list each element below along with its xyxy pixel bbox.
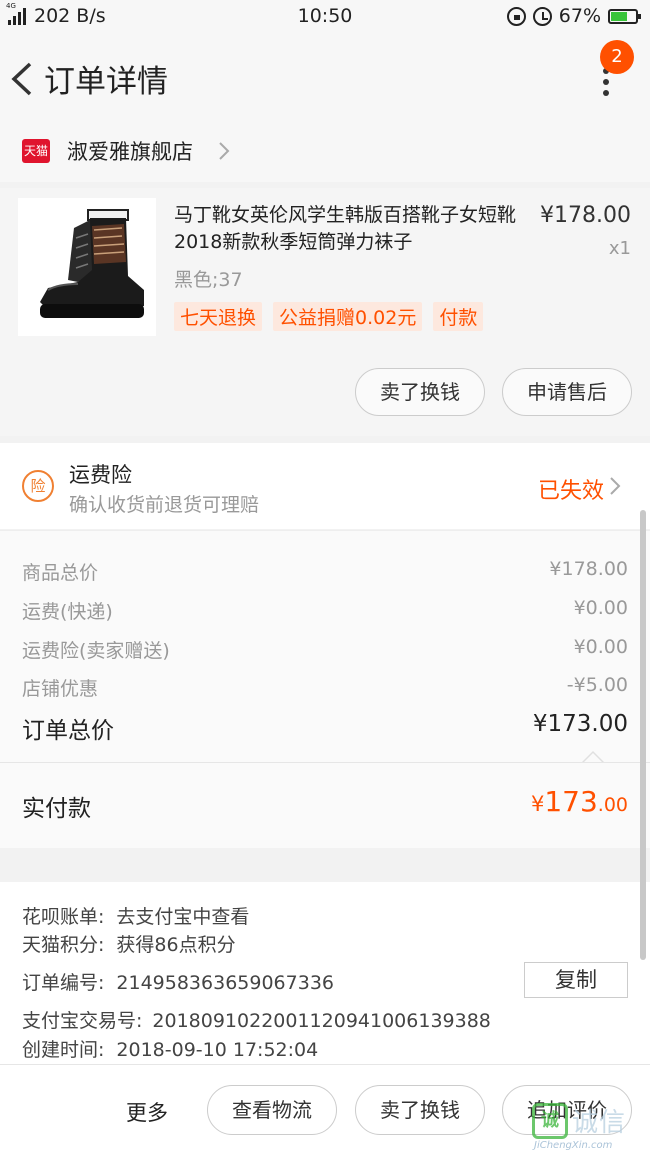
insurance-status[interactable]: 已失效: [538, 473, 604, 505]
product-card: 马丁靴女英伦风学生韩版百搭靴子女短靴2018新款秋季短筒弹力袜子 ¥178.00…: [0, 188, 650, 436]
order-total-row: 订单总价 ¥173.00: [22, 711, 628, 745]
points-label: 天猫积分:: [22, 934, 105, 956]
site-watermark: 诚 诚信 JiChengXin.com: [530, 1100, 648, 1152]
copy-button[interactable]: 复制: [524, 962, 628, 998]
huabei-label: 花呗账单:: [22, 906, 105, 928]
created-value: 2018-09-10 17:52:04: [116, 1039, 319, 1061]
page-title: 订单详情: [44, 64, 168, 100]
shop-name[interactable]: 淑爱雅旗舰店: [67, 136, 193, 166]
created-row: 创建时间: 2018-09-10 17:52:04: [22, 1035, 318, 1062]
paid-decimal: .00: [597, 794, 628, 816]
alipay-value: 2018091022001120941006139388: [152, 1010, 491, 1032]
order-details: 花呗账单: 去支付宝中查看 天猫积分: 获得86点积分 订单编号: 214958363…: [0, 882, 650, 1064]
cost-value: -¥5.00: [566, 674, 628, 696]
cost-label: 运费(快递): [22, 601, 113, 623]
cost-row: 运费(快递) ¥0.00: [22, 597, 628, 624]
order-total-value: ¥173.00: [532, 711, 628, 737]
product-image[interactable]: [18, 198, 156, 336]
resell-button-bottom[interactable]: 卖了换钱: [355, 1085, 485, 1135]
cost-row: 运费险(卖家赠送) ¥0.00: [22, 636, 628, 663]
service-tags: 七天退换 公益捐赠0.02元 付款: [174, 302, 494, 331]
tag-charity[interactable]: 公益捐赠0.02元: [273, 302, 423, 331]
product-price: ¥178.00: [540, 203, 631, 228]
shop-row[interactable]: 天猫 淑爱雅旗舰店: [0, 120, 650, 182]
watermark-url: JiChengXin.com: [534, 1140, 613, 1151]
watermark-text: 诚信: [572, 1108, 627, 1138]
watermark-logo-icon: 诚: [532, 1103, 568, 1139]
chevron-right-icon: [610, 477, 621, 495]
cost-row: 商品总价 ¥178.00: [22, 558, 628, 585]
shipping-insurance-row[interactable]: 险 运费险 确认收货前退货可理赔 已失效: [0, 443, 650, 529]
paid-amount-row: 实付款 ¥173.00: [0, 762, 650, 848]
view-logistics-button[interactable]: 查看物流: [207, 1085, 337, 1135]
created-label: 创建时间:: [22, 1039, 105, 1061]
back-arrow-icon[interactable]: [8, 61, 38, 97]
cost-label: 运费险(卖家赠送): [22, 640, 170, 662]
huabei-value[interactable]: 去支付宝中查看: [116, 906, 249, 928]
battery-percent: 67%: [558, 5, 601, 27]
paid-label: 实付款: [22, 796, 91, 822]
chevron-right-icon: [219, 142, 230, 160]
cost-value: ¥0.00: [573, 636, 628, 658]
cost-label: 商品总价: [22, 562, 99, 584]
paid-currency: ¥: [530, 792, 545, 816]
huabei-row[interactable]: 花呗账单: 去支付宝中查看: [22, 902, 249, 929]
battery-icon: [608, 8, 641, 24]
tag-payment[interactable]: 付款: [433, 302, 484, 331]
status-bar: 4G 202 B/s 10:50 67%: [0, 0, 650, 34]
cost-label: 店铺优惠: [22, 678, 99, 700]
insurance-title: 运费险: [69, 463, 132, 487]
paid-value: ¥173.00: [531, 785, 628, 818]
tag-return[interactable]: 七天退换: [174, 302, 263, 331]
order-number-row: 订单编号: 214958363659067336: [22, 968, 334, 995]
insurance-subtitle: 确认收货前退货可理赔: [69, 494, 260, 516]
resell-button[interactable]: 卖了换钱: [355, 368, 485, 416]
alarm-icon: [532, 6, 552, 26]
product-quantity: x1: [608, 238, 631, 259]
alipay-label: 支付宝交易号:: [22, 1010, 143, 1032]
more-button[interactable]: 更多: [126, 1097, 168, 1127]
insurance-icon: 险: [22, 470, 54, 502]
tmall-logo-icon: 天猫: [22, 139, 50, 163]
after-sales-button[interactable]: 申请售后: [502, 368, 632, 416]
nav-header: 订单详情 2: [0, 34, 650, 120]
points-row: 天猫积分: 获得86点积分: [22, 930, 236, 957]
paid-integer: 173: [544, 785, 598, 818]
alipay-row: 支付宝交易号: 2018091022001120941006139388: [22, 1006, 491, 1033]
cost-value: ¥178.00: [549, 558, 628, 580]
order-number-label: 订单编号:: [22, 972, 105, 994]
lock-rotation-icon: [506, 6, 526, 26]
product-title[interactable]: 马丁靴女英伦风学生韩版百搭靴子女短靴2018新款秋季短筒弹力袜子: [174, 202, 524, 256]
boot-image: [18, 198, 156, 336]
cost-row: 店铺优惠 -¥5.00: [22, 674, 628, 701]
order-number-value: 214958363659067336: [116, 972, 334, 994]
product-sku: 黑色;37: [174, 269, 243, 291]
points-value: 获得86点积分: [116, 934, 236, 956]
cost-value: ¥0.00: [573, 597, 628, 619]
scrollbar[interactable]: [640, 510, 646, 960]
cost-breakdown: 商品总价 ¥178.00 运费(快递) ¥0.00 运费险(卖家赠送) ¥0.0…: [0, 530, 650, 764]
notification-badge[interactable]: 2: [600, 40, 634, 74]
order-total-label: 订单总价: [22, 718, 114, 744]
